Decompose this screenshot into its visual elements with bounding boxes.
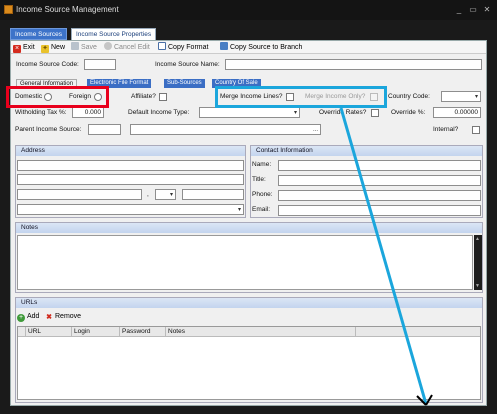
annotation-arrow-tip-2 [425,394,433,406]
annotation-arrow-line [339,107,428,405]
app-window: Income Source Management _ ▭ ✕ Income So… [0,0,497,414]
annotation-arrow [339,107,433,406]
